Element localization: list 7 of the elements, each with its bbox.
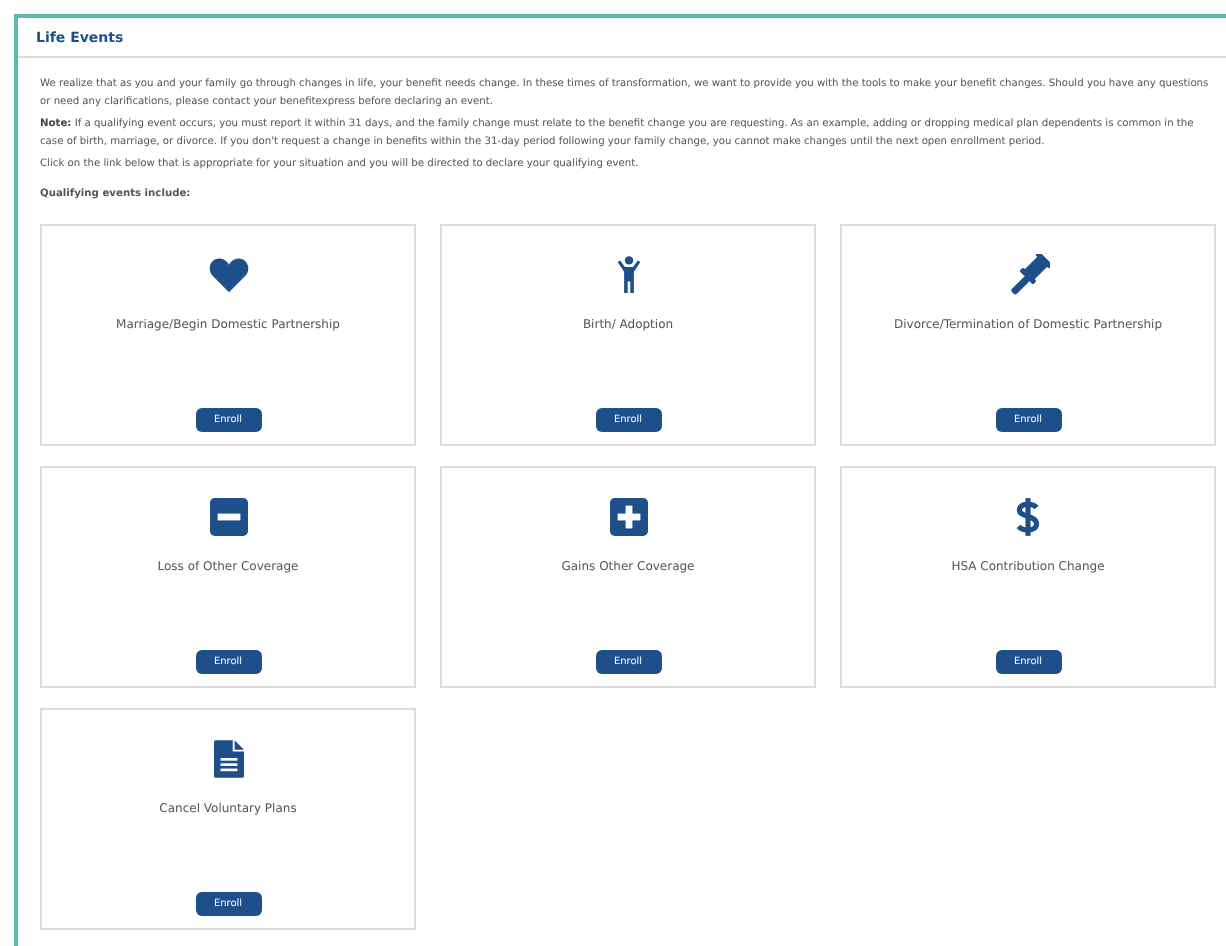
plus-square-icon	[609, 497, 647, 535]
dollar-icon	[1016, 495, 1040, 537]
person-icon	[615, 253, 641, 295]
heart-icon	[207, 255, 249, 293]
document-icon	[213, 739, 243, 777]
gavel-icon	[1007, 253, 1049, 295]
minus-square-icon	[209, 497, 247, 535]
